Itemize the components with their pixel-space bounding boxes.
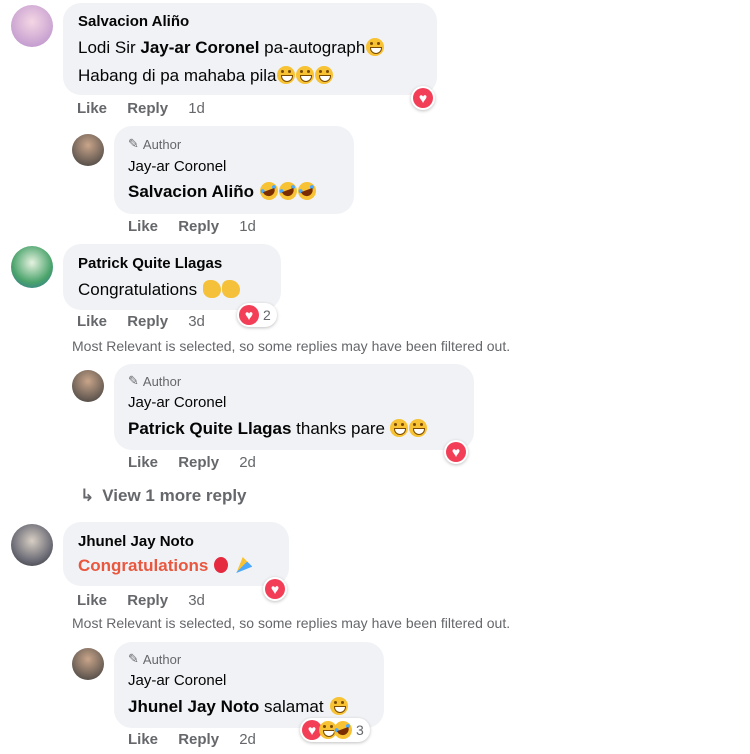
comment-text-line2: Habang di pa mahaba pila xyxy=(78,66,334,86)
like-button[interactable]: Like xyxy=(128,218,158,235)
timestamp[interactable]: 2d xyxy=(239,454,256,471)
grin-emoji-icon xyxy=(296,66,315,84)
comment-text: Congratulations xyxy=(78,280,241,300)
author-badge: ✎ Author xyxy=(128,373,182,389)
reply-avatar[interactable] xyxy=(72,370,104,402)
reply-button[interactable]: Reply xyxy=(178,731,219,748)
commenter-name[interactable]: Patrick Quite Llagas xyxy=(78,255,222,272)
comment-bubble xyxy=(63,244,281,310)
comment-actions: Like Reply 1d xyxy=(77,100,205,117)
like-button[interactable]: Like xyxy=(128,454,158,471)
comment-text: Lodi Sir Jay-ar Coronel pa-autograph xyxy=(78,38,385,58)
reply-button[interactable]: Reply xyxy=(178,454,219,471)
reply-text: Patrick Quite Llagas thanks pare xyxy=(128,419,428,439)
author-badge: ✎ Author xyxy=(128,136,182,152)
reaction-count: 2 xyxy=(263,307,271,323)
comment-bubble xyxy=(63,522,289,586)
smiling-emoji-icon xyxy=(409,419,428,437)
mention[interactable]: Salvacion Aliño xyxy=(128,182,254,201)
comment-text: Congratulations xyxy=(78,556,253,576)
pencil-icon: ✎ xyxy=(128,651,139,666)
like-button[interactable]: Like xyxy=(77,592,107,609)
filter-notice: Most Relevant is selected, so some repli… xyxy=(72,615,511,631)
reply-actions: Like Reply 2d xyxy=(128,454,256,471)
author-badge: ✎ Author xyxy=(128,651,182,667)
timestamp[interactable]: 1d xyxy=(188,100,205,117)
reply-avatar[interactable] xyxy=(72,134,104,166)
avatar[interactable] xyxy=(11,524,53,566)
reply-actions: Like Reply 1d xyxy=(128,218,256,235)
grin-emoji-icon xyxy=(277,66,296,84)
reaction-summary[interactable]: 2 xyxy=(237,303,277,327)
haha-reaction-icon xyxy=(331,718,355,742)
commenter-name[interactable]: Jhunel Jay Noto xyxy=(78,533,194,550)
reply-author-name[interactable]: Jay-ar Coronel xyxy=(128,394,226,411)
reply-author-name[interactable]: Jay-ar Coronel xyxy=(128,158,226,175)
timestamp[interactable]: 1d xyxy=(239,218,256,235)
party-popper-emoji-icon xyxy=(236,557,253,573)
grin-emoji-icon xyxy=(390,419,409,437)
clapping-hands-emoji-icon xyxy=(203,280,222,298)
heart-reaction-icon xyxy=(446,442,466,462)
pencil-icon: ✎ xyxy=(128,136,139,151)
view-more-replies-link[interactable]: ↳ View 1 more reply xyxy=(80,486,247,506)
pencil-icon: ✎ xyxy=(128,373,139,388)
commenter-name[interactable]: Salvacion Aliño xyxy=(78,13,189,30)
reply-button[interactable]: Reply xyxy=(178,218,219,235)
reply-text: Jhunel Jay Noto salamat xyxy=(128,697,348,717)
balloon-emoji-icon xyxy=(214,557,229,573)
laughing-emoji-icon xyxy=(295,179,319,203)
filter-notice: Most Relevant is selected, so some repli… xyxy=(72,338,511,354)
comment-actions: Like Reply 3d xyxy=(77,313,205,330)
comment-actions: Like Reply 3d xyxy=(77,592,205,609)
like-button[interactable]: Like xyxy=(77,100,107,117)
reply-button[interactable]: Reply xyxy=(127,313,168,330)
reply-arrow-icon: ↳ xyxy=(80,486,95,505)
mention[interactable]: Jhunel Jay Noto xyxy=(128,697,259,716)
reaction-summary[interactable]: 3 xyxy=(300,718,370,742)
reply-avatar[interactable] xyxy=(72,648,104,680)
heart-reaction-icon xyxy=(239,305,259,325)
like-button[interactable]: Like xyxy=(77,313,107,330)
heart-reaction-icon xyxy=(265,579,285,599)
reply-button[interactable]: Reply xyxy=(127,100,168,117)
reaction-summary[interactable] xyxy=(411,86,435,110)
reaction-summary[interactable] xyxy=(263,577,287,601)
avatar[interactable] xyxy=(11,5,53,47)
reply-text: Salvacion Aliño xyxy=(128,179,319,203)
reaction-summary[interactable] xyxy=(444,440,468,464)
mention[interactable]: Jay-ar Coronel xyxy=(140,38,259,57)
like-button[interactable]: Like xyxy=(128,731,158,748)
avatar[interactable] xyxy=(11,246,53,288)
grinning-emoji-icon xyxy=(366,38,385,56)
reply-actions: Like Reply 2d xyxy=(128,731,256,748)
smiling-emoji-icon xyxy=(329,697,348,715)
mention[interactable]: Patrick Quite Llagas xyxy=(128,419,291,438)
laughing-emoji-icon xyxy=(276,179,300,203)
reaction-count: 3 xyxy=(356,722,364,738)
timestamp[interactable]: 3d xyxy=(188,313,205,330)
laughing-emoji-icon xyxy=(257,179,281,203)
timestamp[interactable]: 3d xyxy=(188,592,205,609)
clapping-hands-emoji-icon xyxy=(222,280,241,298)
heart-reaction-icon xyxy=(413,88,433,108)
reply-button[interactable]: Reply xyxy=(127,592,168,609)
timestamp[interactable]: 2d xyxy=(239,731,256,748)
grin-emoji-icon xyxy=(315,66,334,84)
reply-author-name[interactable]: Jay-ar Coronel xyxy=(128,672,226,689)
